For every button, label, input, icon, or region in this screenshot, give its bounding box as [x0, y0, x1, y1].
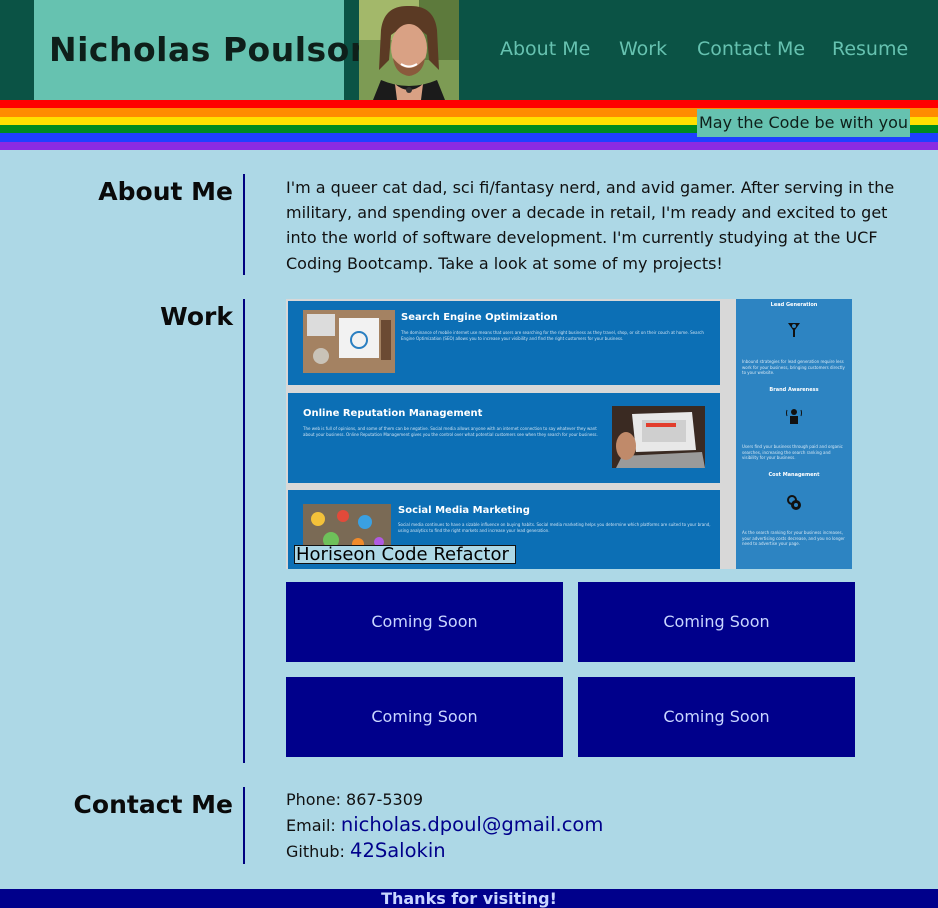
panel-text: Social media continues to have a sizable…	[398, 522, 711, 533]
nav-about-me[interactable]: About Me	[500, 38, 590, 60]
coming-soon-card[interactable]: Coming Soon	[286, 582, 563, 662]
profile-photo	[359, 0, 459, 100]
coming-soon-card[interactable]: Coming Soon	[286, 677, 563, 757]
nav-resume[interactable]: Resume	[832, 38, 908, 60]
panel-title: Social Media Marketing	[398, 505, 530, 516]
panel-title: Online Reputation Management	[303, 408, 483, 419]
about-divider	[243, 174, 245, 275]
nav-work[interactable]: Work	[619, 38, 667, 60]
reputation-image	[612, 406, 705, 468]
phone-number: 867-5309	[346, 790, 424, 809]
main-nav: About Me Work Contact Me Resume	[500, 38, 920, 62]
contact-phone: Phone: 867-5309	[286, 790, 423, 809]
sidebar-title: Lead Generation	[770, 302, 818, 308]
site-header: Nicholas Poulson About Me Work Contact M…	[0, 0, 938, 100]
email-link[interactable]: nicholas.dpoul@gmail.com	[341, 813, 603, 836]
coming-soon-card[interactable]: Coming Soon	[578, 582, 855, 662]
cost-management-icon	[787, 495, 801, 510]
contact-divider	[243, 787, 245, 864]
seo-image	[303, 310, 395, 373]
rainbow-stripe	[0, 141, 938, 150]
project-sidebar: Lead Generation Inbound strategies for l…	[736, 299, 852, 569]
about-text: I'm a queer cat dad, sci fi/fantasy nerd…	[286, 178, 895, 273]
phone-label: Phone:	[286, 790, 341, 809]
about-heading: About Me	[98, 177, 233, 206]
panel-text: The web is full of opinions, and some of…	[303, 426, 598, 437]
rainbow-stripe	[0, 100, 938, 109]
work-divider	[243, 299, 245, 763]
footer: Thanks for visiting!	[0, 889, 938, 908]
email-label: Email:	[286, 816, 336, 835]
contact-heading: Contact Me	[73, 790, 233, 819]
sidebar-title: Brand Awareness	[769, 387, 819, 393]
project-panel-reputation: Online Reputation Management The web is …	[288, 393, 720, 483]
sidebar-text: Inbound strategies for lead generation r…	[742, 359, 845, 375]
name-box: Nicholas Poulson	[34, 0, 373, 100]
contact-github: Github: 42Salokin	[286, 839, 446, 862]
panel-title: Search Engine Optimization	[401, 312, 558, 323]
coming-soon-card[interactable]: Coming Soon	[578, 677, 855, 757]
project-caption[interactable]: Horiseon Code Refactor	[294, 545, 516, 564]
avatar	[359, 0, 459, 100]
panel-text: The dominance of mobile internet use mea…	[401, 330, 704, 341]
tagline: May the Code be with you	[697, 109, 910, 137]
work-heading: Work	[160, 302, 233, 331]
sidebar-text: As the search ranking for your business …	[742, 530, 845, 546]
brand-awareness-icon	[786, 409, 802, 424]
site-title: Nicholas Poulson	[49, 30, 374, 69]
sidebar-title: Cost Management	[768, 472, 820, 478]
github-label: Github:	[286, 842, 345, 861]
featured-project[interactable]: Search Engine Optimization The dominance…	[286, 299, 852, 569]
contact-email: Email: nicholas.dpoul@gmail.com	[286, 813, 603, 836]
github-link[interactable]: 42Salokin	[350, 839, 446, 862]
project-panel-seo: Search Engine Optimization The dominance…	[288, 301, 720, 385]
nav-contact-me[interactable]: Contact Me	[697, 38, 805, 60]
lead-generation-icon	[788, 323, 800, 337]
sidebar-text: Users find your business through paid an…	[742, 444, 843, 460]
